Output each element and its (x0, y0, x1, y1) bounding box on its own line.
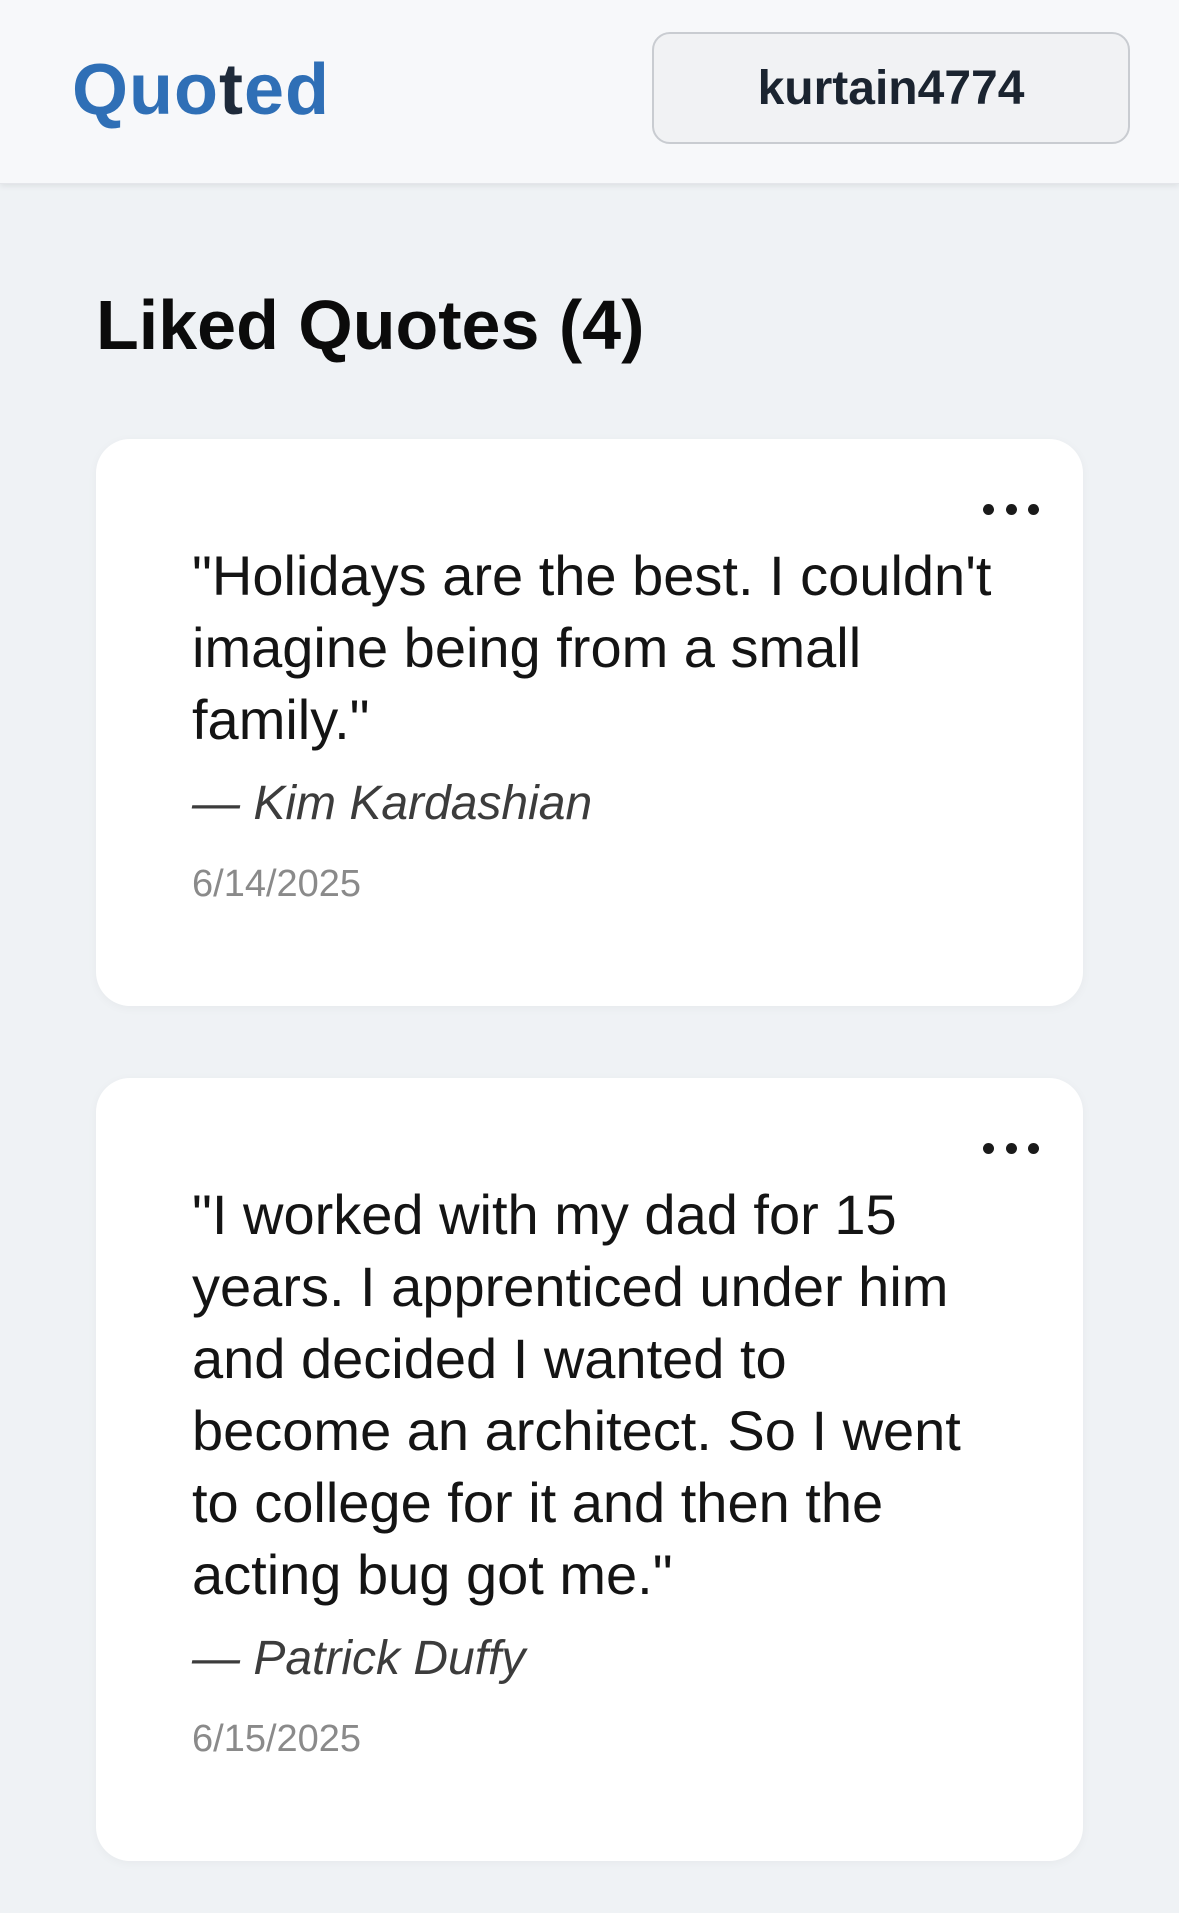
dot (983, 1142, 994, 1154)
dot (1028, 1142, 1039, 1154)
dot (1005, 1142, 1017, 1154)
quote-text: "Holidays are the best. I couldn't imagi… (192, 544, 992, 751)
quote-card: "Holidays are the best. I couldn't imagi… (96, 439, 1083, 1006)
page-title: Liked Quotes (4) (96, 286, 645, 364)
dot (1028, 503, 1039, 515)
quote-text: "I worked with my dad for 15 years. I ap… (192, 1183, 961, 1606)
brand-logo-part: Quo (72, 50, 219, 130)
dot (983, 503, 994, 515)
more-options-icon[interactable] (983, 495, 1039, 523)
quote-author: — Patrick Duffy (192, 1632, 526, 1685)
quote-card: "I worked with my dad for 15 years. I ap… (96, 1078, 1083, 1861)
brand-logo-part: ed (243, 50, 330, 130)
quote-date: 6/14/2025 (192, 863, 362, 905)
quote-author: — Kim Kardashian (192, 777, 593, 830)
brand-logo-part: t (218, 50, 244, 130)
quote-date: 6/15/2025 (192, 1718, 362, 1760)
dot (1005, 503, 1017, 515)
more-options-icon[interactable] (983, 1134, 1039, 1162)
brand-logo[interactable]: Quoted (72, 44, 330, 136)
app-header: Quoted kurtain4774 (0, 0, 1179, 184)
user-menu-button[interactable]: kurtain4774 (652, 32, 1130, 144)
